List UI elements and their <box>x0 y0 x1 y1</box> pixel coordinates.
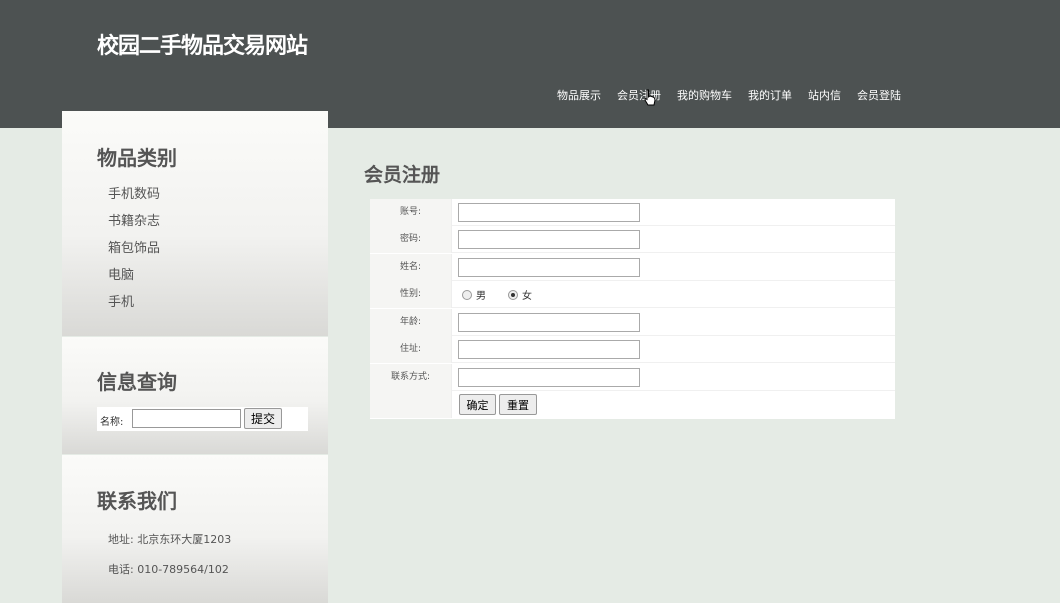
contact-method-label: 联系方式: <box>370 364 452 391</box>
search-form: 名称: 提交 <box>97 407 308 431</box>
account-field[interactable] <box>458 203 640 222</box>
category-item[interactable]: 手机数码 <box>108 184 160 211</box>
gender-male-label: 男 <box>476 291 486 302</box>
contact-address: 地址: 北京东环大厦1203 <box>108 533 232 546</box>
search-panel-box: 信息查询 名称: 提交 <box>62 337 328 454</box>
search-submit-button[interactable]: 提交 <box>244 408 282 429</box>
nav-item-orders[interactable]: 我的订单 <box>748 87 792 103</box>
age-label: 年龄: <box>370 309 452 336</box>
contact-panel: 联系我们 地址: 北京东环大厦1203 电话: 010-789564/102 <box>62 455 328 603</box>
form-row-password: 密码: <box>370 226 895 253</box>
register-form: 账号: 密码: 姓名: 性别: 男 女 年龄: 住址: 联系方式: 确定 重置 <box>370 199 895 419</box>
category-item[interactable]: 手机 <box>108 292 160 319</box>
gender-female-radio[interactable] <box>508 289 518 300</box>
search-input[interactable] <box>132 409 241 428</box>
address-field[interactable] <box>458 340 640 359</box>
site-header: 校园二手物品交易网站 物品展示 会员注册 我的购物车 我的订单 站内信 会员登陆 <box>0 0 1060 128</box>
hand-cursor-icon <box>644 89 656 106</box>
category-list: 手机数码 书籍杂志 箱包饰品 电脑 手机 <box>108 184 160 319</box>
sidebar: 物品类别 手机数码 书籍杂志 箱包饰品 电脑 手机 信息查询 名称: 提交 联系… <box>62 111 328 603</box>
form-row-account: 账号: <box>370 199 895 226</box>
form-row-name: 姓名: <box>370 254 895 281</box>
gender-male-radio[interactable] <box>462 289 472 300</box>
form-row-gender: 性别: 男 女 <box>370 281 895 308</box>
actions-label-cell <box>370 391 452 418</box>
name-label: 姓名: <box>370 254 452 281</box>
nav-item-showcase[interactable]: 物品展示 <box>557 87 601 103</box>
category-title: 物品类别 <box>97 146 177 170</box>
form-row-contact: 联系方式: <box>370 364 895 391</box>
address-label: 住址: <box>370 336 452 363</box>
nav-item-cart[interactable]: 我的购物车 <box>677 87 732 103</box>
age-field[interactable] <box>458 313 640 332</box>
form-row-actions: 确定 重置 <box>370 391 895 418</box>
account-label: 账号: <box>370 199 452 226</box>
nav-item-login[interactable]: 会员登陆 <box>857 87 901 103</box>
gender-label: 性别: <box>370 281 452 308</box>
site-title: 校园二手物品交易网站 <box>97 34 308 59</box>
search-title: 信息查询 <box>97 370 177 394</box>
password-field[interactable] <box>458 230 640 249</box>
nav-item-messages[interactable]: 站内信 <box>808 87 841 103</box>
reset-button[interactable]: 重置 <box>499 394 537 415</box>
category-item[interactable]: 电脑 <box>108 265 160 292</box>
form-row-address: 住址: <box>370 336 895 363</box>
name-field[interactable] <box>458 258 640 277</box>
contact-title: 联系我们 <box>97 489 177 513</box>
category-item[interactable]: 书籍杂志 <box>108 211 160 238</box>
main-nav: 物品展示 会员注册 我的购物车 我的订单 站内信 会员登陆 <box>557 87 917 103</box>
form-row-age: 年龄: <box>370 309 895 336</box>
category-panel: 物品类别 手机数码 书籍杂志 箱包饰品 电脑 手机 <box>62 111 328 336</box>
confirm-button[interactable]: 确定 <box>459 394 496 415</box>
contact-method-field[interactable] <box>458 368 640 387</box>
password-label: 密码: <box>370 226 452 253</box>
search-label: 名称: <box>100 417 124 428</box>
category-item[interactable]: 箱包饰品 <box>108 238 160 265</box>
gender-female-label: 女 <box>522 291 532 302</box>
gender-radio-group: 男 女 <box>462 287 554 302</box>
page-title: 会员注册 <box>364 164 441 186</box>
contact-phone: 电话: 010-789564/102 <box>108 563 229 576</box>
